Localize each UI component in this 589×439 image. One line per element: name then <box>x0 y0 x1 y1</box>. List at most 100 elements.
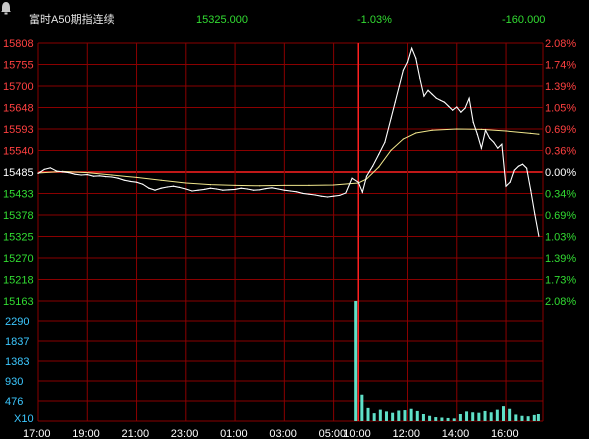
volume-bar <box>397 410 401 421</box>
price-point <box>277 188 279 190</box>
price-point <box>68 172 70 174</box>
price-point <box>472 121 474 123</box>
price-point <box>154 189 156 191</box>
price-point <box>209 187 212 189</box>
price-line-group <box>37 46 540 237</box>
average-point <box>234 184 236 186</box>
price-point <box>74 173 76 175</box>
volume-bar <box>372 413 376 421</box>
price-point <box>443 101 446 103</box>
average-point <box>390 149 392 151</box>
average-point <box>480 128 483 130</box>
price-point <box>525 167 528 169</box>
price-point <box>160 187 162 189</box>
price-point <box>289 190 292 192</box>
price-tick-label: 15540 <box>3 146 34 158</box>
price-point <box>246 188 248 190</box>
price-point <box>489 137 491 139</box>
price-point <box>509 181 511 183</box>
volume-bar <box>471 412 475 421</box>
volume-bar <box>495 409 499 421</box>
price-point <box>37 172 39 174</box>
volume-bar <box>465 411 469 421</box>
price-tick-label: 15325 <box>3 232 34 244</box>
price-point <box>129 180 131 182</box>
price-point <box>431 93 433 95</box>
average-point <box>185 182 187 184</box>
volume-bar <box>526 416 530 421</box>
pct-tick-label: 0.36% <box>545 146 576 158</box>
price-point <box>49 167 51 169</box>
price-point <box>365 175 368 177</box>
price-point <box>361 191 363 193</box>
volume-tick-label: 930 <box>5 376 23 388</box>
price-point <box>378 153 380 155</box>
intraday-chart[interactable]: 15808 2.08% 15755 1.74% 15700 1.39% 15648 1.05%… <box>0 0 589 439</box>
price-point <box>419 77 421 79</box>
price-point <box>415 57 417 59</box>
volume-bar <box>421 414 425 421</box>
volume-bar <box>477 412 481 421</box>
time-tick-label: 17:00 <box>23 428 51 439</box>
average-point <box>378 166 380 168</box>
price-point <box>427 89 429 91</box>
time-tick-label: 12:00 <box>393 428 421 439</box>
average-point <box>308 184 310 186</box>
average-point <box>160 179 162 181</box>
price-point <box>538 235 540 237</box>
time-tick-label: 21:00 <box>122 428 150 439</box>
price-point <box>240 187 242 189</box>
price-point <box>111 176 113 178</box>
volume-bar <box>366 407 370 421</box>
average-point <box>538 133 540 135</box>
pct-tick-label: 1.73% <box>545 275 576 287</box>
price-point <box>123 179 125 181</box>
time-tick-label: 19:00 <box>72 428 100 439</box>
average-point <box>402 138 405 140</box>
time-tick-label: 16:00 <box>491 428 519 439</box>
price-point <box>197 189 199 191</box>
volume-bar <box>446 417 450 421</box>
price-point <box>135 181 138 183</box>
price-point <box>142 183 144 185</box>
pct-tick-label: 1.05% <box>545 103 576 115</box>
price-point <box>493 141 495 143</box>
volume-tick-label: 1383 <box>5 356 29 368</box>
price-tick-label: 15700 <box>3 81 34 93</box>
average-point <box>530 132 532 134</box>
price-point <box>530 189 532 191</box>
pct-tick-label: 0.34% <box>545 189 576 201</box>
price-point <box>302 192 304 194</box>
price-point <box>320 195 322 197</box>
price-point <box>326 196 329 198</box>
price-point <box>390 117 392 119</box>
price-point <box>92 175 95 177</box>
price-tick-label: 15218 <box>3 275 34 287</box>
volume-bar <box>391 412 395 421</box>
pct-tick-label: 1.39% <box>545 253 576 265</box>
price-point <box>117 177 119 179</box>
price-point <box>351 177 353 179</box>
price-point <box>406 61 409 63</box>
average-point <box>415 132 417 134</box>
volume-bar <box>483 410 487 421</box>
chart-grid <box>37 42 544 422</box>
price-point <box>228 189 230 191</box>
price-point <box>460 111 462 113</box>
volume-bar <box>508 408 512 421</box>
price-point <box>191 190 193 192</box>
volume-bar <box>409 408 413 421</box>
price-point <box>62 171 64 173</box>
price-point <box>480 147 483 149</box>
price-point <box>452 109 454 111</box>
price-line <box>37 46 540 237</box>
price-point <box>435 97 437 99</box>
price-point <box>80 174 82 176</box>
price-point <box>423 95 425 97</box>
pct-tick-label: 1.39% <box>545 81 576 93</box>
price-tick-label: 15378 <box>3 210 34 222</box>
pct-tick-label: 0.69% <box>545 124 576 136</box>
price-point <box>447 105 450 107</box>
price-point <box>521 163 524 165</box>
price-point <box>234 188 236 190</box>
